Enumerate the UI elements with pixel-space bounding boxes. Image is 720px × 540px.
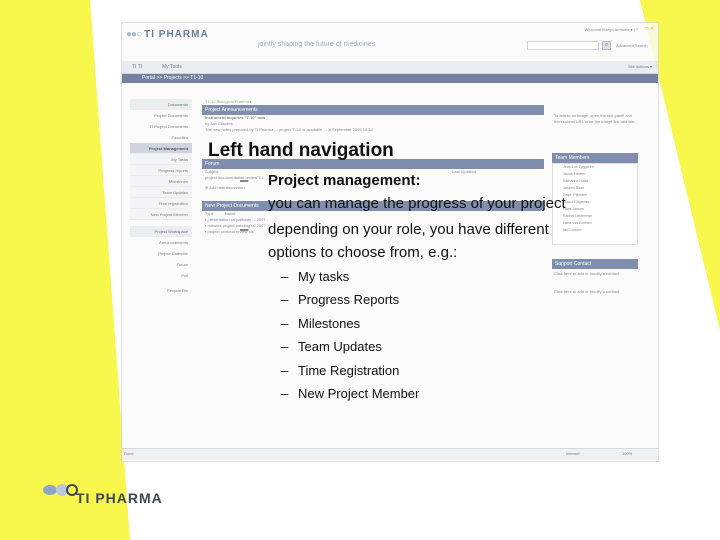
sub-bullet-dash: – (281, 316, 289, 331)
bullet-role-options: depending on your role, you have differe… (268, 221, 549, 238)
left-navigation: Documents Project Documents TI Project Doc… (130, 99, 192, 296)
sub-bullet-item: Team Updates (298, 339, 382, 354)
forum-col-updated: Last Updated (452, 169, 476, 174)
pdf-icon: ▪ (205, 229, 207, 234)
tab-my-tools[interactable]: My Tools (162, 64, 182, 70)
advanced-search-link[interactable]: Advanced Search (616, 43, 648, 48)
sub-bullet-dash: – (281, 269, 289, 284)
breadcrumb-text[interactable]: Portal >> Projects >> T1-10 (142, 75, 203, 81)
bullet-dash: – (240, 221, 249, 238)
bullet-dash: – (240, 172, 249, 189)
support-contact-link[interactable]: Click here to add or modify a contact (552, 287, 638, 297)
pdf-icon: ▪ (205, 223, 207, 228)
sidebar-item[interactable]: Project Documents (130, 110, 192, 121)
team-member[interactable]: Jacob Meulen (553, 171, 637, 178)
ti-pharma-logo: TI PHARMA (42, 476, 212, 516)
tab-bar: TI TI My Tools Site Actions ▾ (122, 61, 658, 74)
search-icon[interactable]: ⌕ (602, 41, 611, 50)
image-intro-text: To add to an image, open the tool panel … (554, 113, 636, 124)
pdf-icon: ▪ (205, 217, 207, 222)
team-members-header: Team Members (552, 153, 638, 163)
site-actions-menu[interactable]: Site Actions ▾ (628, 64, 652, 69)
team-member[interactable]: Katharina Hollis (553, 178, 637, 185)
logo-text: TI PHARMA (76, 490, 163, 506)
sidebar-item[interactable]: New Project Member (130, 209, 192, 220)
bullet-project-management-desc: you can manage the progress of your proj… (268, 195, 566, 212)
sidebar-item[interactable]: TI Project Documents (130, 121, 192, 132)
sub-bullet-dash: – (281, 292, 289, 307)
sidebar-item[interactable]: Milestones (130, 176, 192, 187)
logo-dots-icon (43, 484, 78, 496)
sub-bullet-dash: – (281, 386, 289, 401)
sidebar-item[interactable]: Project Calendar (130, 248, 192, 259)
team-member[interactable]: Jansen-Baas (553, 185, 637, 192)
sub-bullet-item: Time Registration (298, 363, 400, 378)
status-bar: Done Internet 100% (122, 448, 658, 460)
sidebar-item[interactable]: My Tasks (130, 154, 192, 165)
support-contact-link[interactable]: Click here to add or modify a contact (552, 269, 638, 279)
sidebar-item[interactable]: Forum (130, 259, 192, 270)
announcements-header: Project Announcements (202, 105, 544, 115)
sidebar-item[interactable]: Team Updates (130, 187, 192, 198)
sub-bullet-item: Milestones (298, 316, 361, 331)
sub-bullet-dash: – (281, 363, 289, 378)
portal-logo: ●●○ TI PHARMA (126, 29, 209, 40)
welcome-user-link[interactable]: Welcome Margo Armonie ▾ | ? (585, 27, 638, 32)
sidebar-item[interactable]: Announcements (130, 237, 192, 248)
tab-ti[interactable]: TI TI (132, 64, 142, 70)
sub-bullet-item: Progress Reports (298, 292, 400, 307)
portal-tagline: jointly shaping the future of medicines (258, 41, 376, 48)
sub-bullet-item: My tasks (298, 269, 350, 284)
sidebar-item[interactable]: Favorites (130, 132, 192, 143)
sidebar-item[interactable]: Recycle Bin (130, 285, 192, 296)
sub-bullet-dash: – (281, 339, 289, 354)
bullet-role-options-cont: options to choose from, e.g.: (268, 244, 458, 261)
window-controls[interactable]: □ ✕ (645, 26, 654, 32)
doc-col-name: Name (224, 211, 236, 216)
main-content: T1-10 Biological Pharma ▸ Project Announ… (202, 99, 544, 235)
slide-title: Left hand navigation (208, 140, 394, 161)
sidebar-item[interactable]: Poll (130, 270, 192, 281)
team-member[interactable]: Rachel Leiderman (553, 213, 637, 220)
status-zone: Internet (566, 451, 580, 456)
sub-bullet-item: New Project Member (298, 386, 420, 401)
sidebar-item[interactable]: Time registration (130, 198, 192, 209)
sidebar-item: Documents (130, 99, 192, 110)
support-contact-header: Support Contact (552, 259, 638, 269)
bullet-project-management: Project management: (268, 172, 421, 189)
team-member[interactable]: Hans van Bruhlen (553, 220, 637, 227)
team-member[interactable]: Jean-Luc Tyggeren (553, 164, 637, 171)
status-done: Done (124, 451, 134, 456)
sidebar-item[interactable]: Progress reports (130, 165, 192, 176)
sidebar-item[interactable]: Project Management (130, 143, 192, 154)
sidebar-item: Project Workspace (130, 226, 192, 237)
search-input[interactable] (527, 41, 599, 50)
breadcrumb: Portal >> Projects >> T1-10 (122, 74, 658, 83)
doc-col-type: Type (205, 211, 214, 216)
team-member[interactable]: Ian Crusten (553, 227, 637, 234)
zoom-level[interactable]: 100% (622, 451, 632, 456)
forum-col-subject: Subject (205, 169, 219, 174)
